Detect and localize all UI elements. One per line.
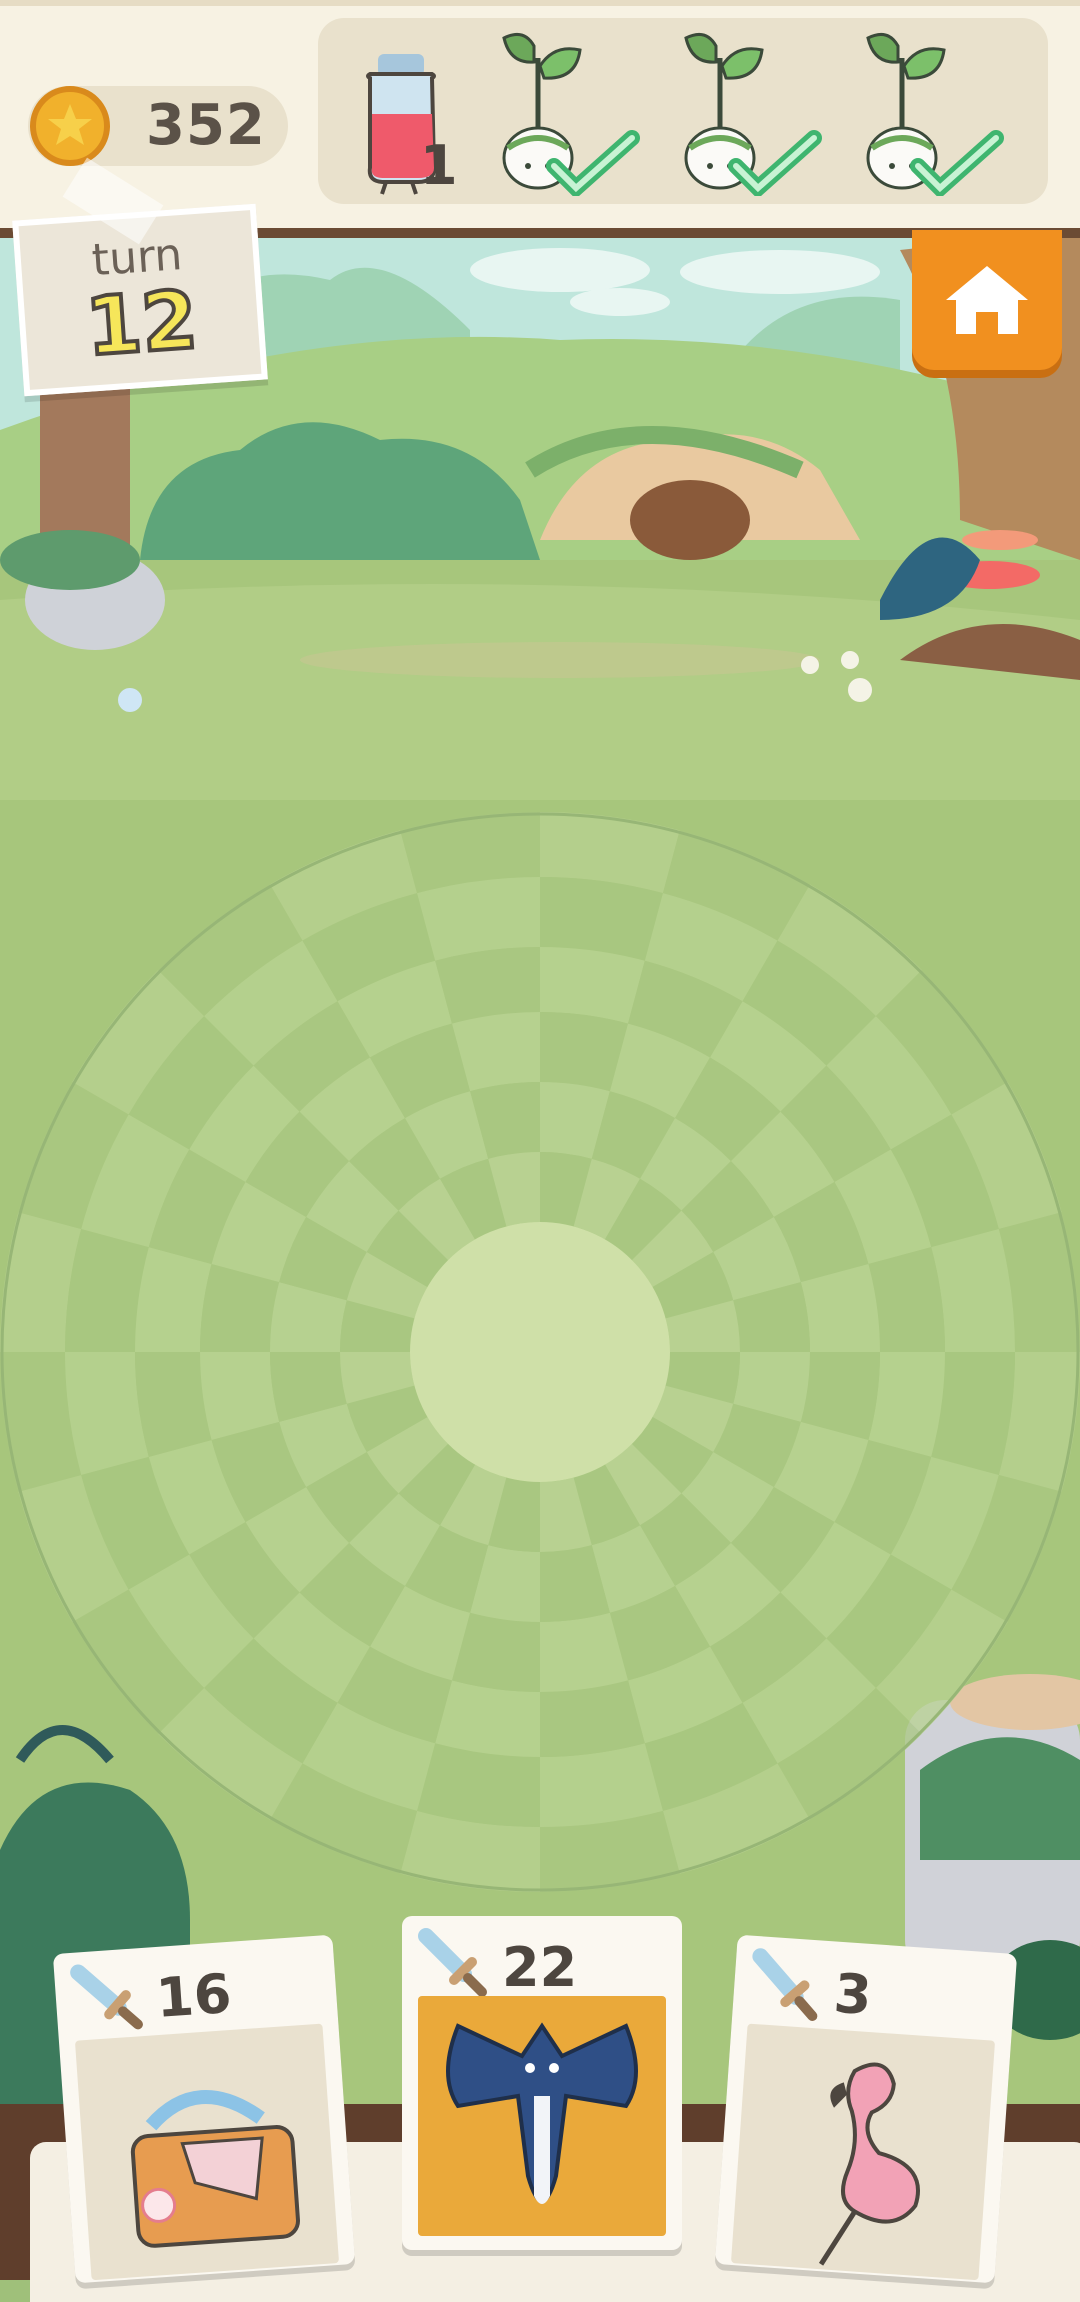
card-attack-value: 22	[502, 1936, 578, 1999]
board-cell[interactable]	[135, 1247, 212, 1352]
bat-icon	[446, 2022, 638, 2204]
board-cell[interactable]	[540, 947, 645, 1024]
board-cell[interactable]	[435, 947, 540, 1024]
card-art-selected	[418, 1996, 666, 2236]
home-button[interactable]	[912, 230, 1062, 370]
coin-icon	[30, 86, 110, 166]
sprout-icon	[502, 32, 640, 196]
sword-icon	[418, 1928, 487, 1997]
sword-icon	[752, 1948, 818, 2022]
sprout-icon	[684, 32, 822, 196]
board-cell[interactable]	[540, 1680, 645, 1757]
board-cell[interactable]	[868, 1352, 945, 1457]
board-cell[interactable]	[868, 1247, 945, 1352]
coin-amount: 352	[146, 93, 266, 158]
card-attack-value: 16	[153, 1961, 234, 2030]
sprout-icon	[866, 32, 1004, 196]
sword-icon	[70, 1964, 143, 2030]
card-art	[74, 2023, 340, 2281]
card-attack-value: 3	[831, 1961, 874, 2028]
unit-card-flamingo[interactable]: 3	[714, 1934, 1018, 2284]
card-art	[730, 2023, 996, 2281]
home-icon	[946, 266, 1028, 334]
flamingo-icon	[818, 2062, 920, 2266]
turn-number: 12	[81, 271, 203, 376]
board-center[interactable]	[410, 1222, 670, 1482]
radial-game-board[interactable]	[0, 812, 1080, 1892]
board-cell[interactable]	[135, 1352, 212, 1457]
unit-card-basket[interactable]: 16	[52, 1934, 356, 2284]
potion-count: 1	[420, 134, 458, 197]
unit-card-bat[interactable]: 22	[402, 1916, 682, 2250]
board-cell[interactable]	[435, 1680, 540, 1757]
picnic-basket-icon	[130, 2090, 300, 2248]
